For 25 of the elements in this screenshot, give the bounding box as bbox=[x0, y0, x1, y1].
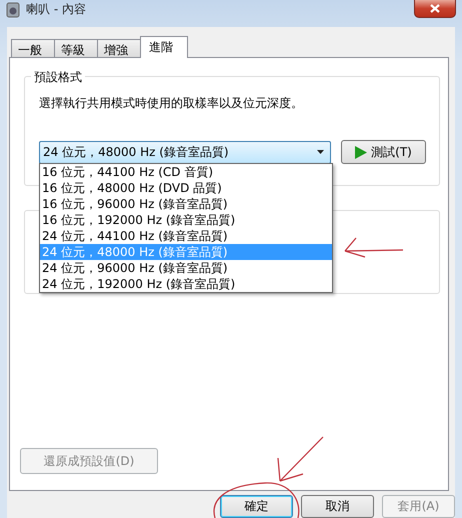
dropdown-option[interactable]: 16 位元，44100 Hz (CD 音質) bbox=[40, 164, 332, 180]
test-button[interactable]: 測試(T) bbox=[341, 140, 426, 164]
description-text: 選擇執行共用模式時使用的取樣率以及位元深度。 bbox=[39, 95, 304, 112]
dropdown-option[interactable]: 24 位元，96000 Hz (錄音室品質) bbox=[40, 260, 332, 276]
annotation-arrow bbox=[344, 237, 404, 258]
dropdown-option[interactable]: 24 位元，44100 Hz (錄音室品質) bbox=[40, 228, 332, 244]
dialog-button[interactable]: 取消 bbox=[301, 495, 374, 518]
close-icon bbox=[430, 4, 440, 13]
speaker-icon bbox=[6, 2, 20, 18]
tab[interactable]: 進階 bbox=[140, 36, 188, 58]
format-dropdown[interactable]: 24 位元，48000 Hz (錄音室品質) bbox=[39, 140, 331, 164]
group-title: 預設格式 bbox=[31, 69, 85, 86]
caret-icon bbox=[317, 150, 324, 154]
dropdown-option[interactable]: 16 位元，192000 Hz (錄音室品質) bbox=[40, 212, 332, 228]
dropdown-option[interactable]: 24 位元，192000 Hz (錄音室品質) bbox=[40, 276, 332, 292]
dialog-button[interactable]: 確定 bbox=[220, 495, 293, 518]
dropdown-option[interactable]: 16 位元，48000 Hz (DVD 品質) bbox=[40, 180, 332, 196]
dropdown-option[interactable]: 16 位元，96000 Hz (錄音室品質) bbox=[40, 196, 332, 212]
tab[interactable]: 等級 bbox=[54, 39, 98, 57]
close-button[interactable] bbox=[414, 0, 456, 18]
window-title: 喇叭 - 內容 bbox=[26, 1, 86, 18]
tab[interactable]: 增強 bbox=[97, 39, 141, 57]
tab[interactable]: 一般 bbox=[11, 39, 55, 57]
play-icon bbox=[355, 146, 368, 158]
annotation-arrow bbox=[277, 436, 324, 482]
